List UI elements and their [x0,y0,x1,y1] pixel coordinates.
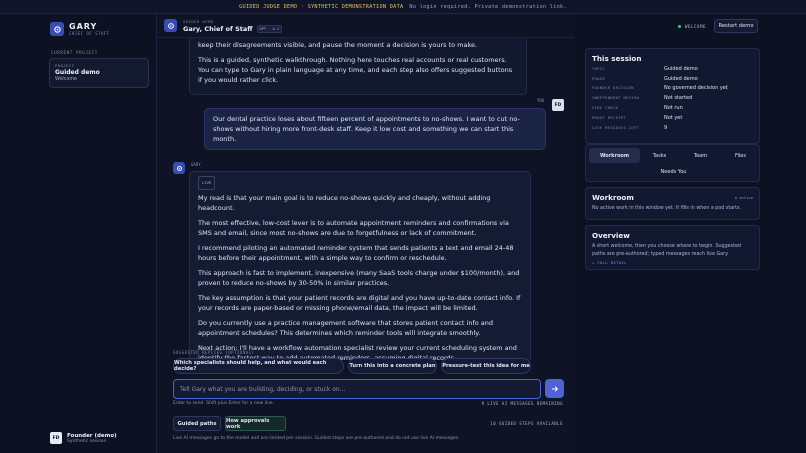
tab-needs-you[interactable]: Needs You [651,164,696,179]
session-row: LIVE MESSAGES LEFT 9 [592,124,668,131]
sidebar: GARY CHIEF OF STAFF CURRENT PROJECT PROJ… [0,14,157,453]
tab-team[interactable]: Team [687,148,714,163]
session-row: VIBE CHECK Not run [592,104,683,111]
full-detail-link[interactable]: + FULL DETAIL [592,260,753,265]
status-label: WELCOME [684,23,706,29]
current-project-label: CURRENT PROJECT [51,50,98,55]
project-subtitle: Welcome [55,77,77,82]
status-dot-icon [677,24,681,28]
page-title: Gary, Chief of Staff [183,24,253,33]
overview-text: A short welcome, then you choose where t… [592,244,741,257]
demo-banner: GUIDED JUDGE DEMO · SYNTHETIC DEMONSTRAT… [0,0,806,14]
right-panel: WELCOME Restart demo This session TOPIC G… [575,14,806,453]
message-input[interactable]: Tell Gary what you are building, decidin… [173,379,541,399]
workroom-text: No active work in this window yet. It fi… [592,206,742,211]
gary-avatar-icon [173,162,185,174]
session-row: PHASE Guided demo [592,75,698,82]
session-row: FOUNDER DECISION No governed decision yet [592,85,728,92]
brand-subtitle: CHIEF OF STAFF [69,30,110,36]
footnote: Live AI messages go to the model and are… [173,436,460,441]
tab-workroom[interactable]: Workroom [589,148,640,163]
intro-paragraph: keep their disagreements visible, and pa… [198,41,478,49]
workroom-card: Workroom 0 active No active work in this… [585,187,760,220]
intro-message: keep their disagreements visible, and pa… [189,38,527,95]
send-button[interactable] [545,379,564,398]
workroom-title: Workroom [592,193,634,202]
session-title: This session [592,54,642,63]
session-row: PROOF RECEIPT Not yet [592,114,683,121]
main-panel: GUIDED DEMO Gary, Chief of Staff GPT · 4… [157,14,575,453]
arrow-right-icon [551,386,558,391]
suggested-replies-label: SUGGESTED REPLIES (OPTIONAL) [173,350,255,355]
guided-paths-button[interactable]: Guided paths [173,416,221,431]
reply-paragraph: The key assumption is that your patient … [198,294,521,312]
gary-label: GARY [191,162,201,167]
tab-tasks[interactable]: Tasks [645,148,674,163]
banner-note: No login required. Private demonstration… [409,3,567,10]
guided-steps-count: 10 GUIDED STEPS AVAILABLE [490,421,563,426]
project-card[interactable]: PROJECT Guided demo Welcome [49,58,149,88]
composer-hint: Enter to send. Shift plus Enter for a ne… [173,401,275,406]
approvals-button[interactable]: How approvals work [225,416,286,431]
tab-files[interactable]: Files [726,148,755,163]
user-profile[interactable]: FD Founder (demo) Synthetic session [50,432,117,444]
banner-label: GUIDED JUDGE DEMO · SYNTHETIC DEMONSTRAT… [239,3,404,10]
session-row: INDEPENDENT REVIEW Not started [592,95,693,102]
reply-paragraph: This approach is fast to implement, inex… [198,269,520,287]
header-mini-label: GUIDED DEMO [183,18,214,24]
session-row: TOPIC Guided demo [592,65,698,72]
project-title: Guided demo [55,69,100,76]
you-label: YOU [537,98,545,103]
gary-logo-icon [50,22,64,36]
suggestion-chip[interactable]: Turn this into a concrete plan [348,358,437,374]
user-subtitle: Synthetic session [67,438,107,444]
reply-paragraph: The most effective, low-cost lever is to… [198,219,509,237]
chat-header: GUIDED DEMO Gary, Chief of Staff GPT · 4… [157,14,575,38]
reply-paragraph: I recommend piloting an automated remind… [198,244,514,262]
reply-paragraph: Do you currently use a practice manageme… [198,319,494,337]
session-card: This session TOPIC Guided demo PHASE Guide… [585,48,760,144]
restart-demo-button[interactable]: Restart demo [714,19,758,33]
gary-reply: LIVE My read is that your main goal is t… [189,171,531,360]
avatar: FD [50,432,62,444]
model-badge: GPT · 4.1 [256,24,282,33]
project-card-label: PROJECT [55,63,75,68]
live-badge: LIVE [198,176,216,190]
user-name: Founder (demo) [67,432,117,439]
intro-paragraph: This is a guided, synthetic walkthrough.… [198,56,513,84]
overview-card: Overview A short welcome, then you choos… [585,225,760,270]
suggestion-chip[interactable]: Pressure-test this idea for me [441,358,531,374]
user-message: Our dental practice loses about fifteen … [204,108,546,150]
overview-title: Overview [592,231,630,240]
user-avatar: FD [552,99,564,111]
panel-tabs: Workroom Tasks Team Files Needs You [585,144,760,182]
suggestion-chip[interactable]: Which specialists should help, and what … [173,358,344,374]
brand[interactable]: GARY CHIEF OF STAFF [50,22,110,36]
status-indicator: WELCOME [575,14,806,38]
messages-remaining: 9 LIVE AI MESSAGES REMAINING [481,401,563,406]
user-message-text: Our dental practice loses about fifteen … [213,115,520,143]
gary-logo-icon [164,19,177,32]
reply-paragraph: My read is that your main goal is to red… [198,194,491,212]
chat-thread[interactable]: keep their disagreements visible, and pa… [157,38,575,360]
workroom-count: 0 active [734,195,753,200]
brand-name: GARY [69,21,98,31]
